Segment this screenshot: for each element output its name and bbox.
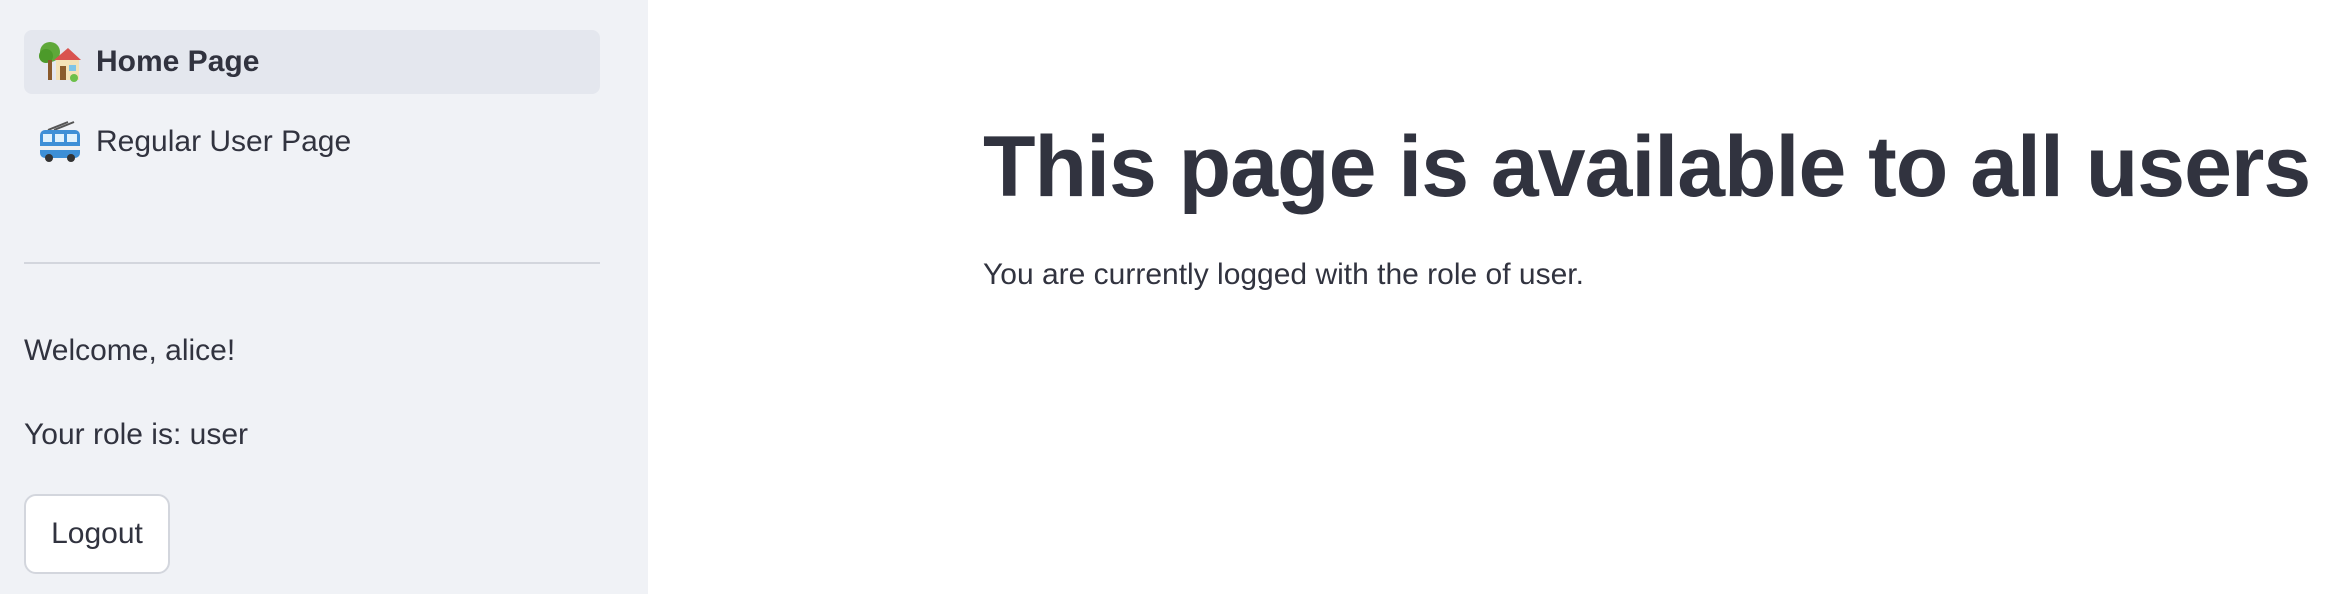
logout-button[interactable]: Logout bbox=[24, 494, 170, 574]
sidebar-divider bbox=[24, 262, 600, 264]
main-content: This page is available to all users You … bbox=[648, 0, 2336, 594]
page-title: This page is available to all users bbox=[983, 119, 2311, 215]
app-root: Home Page Regular User Page Welcome, ali… bbox=[0, 0, 2336, 594]
sidebar-item-home-page[interactable]: Home Page bbox=[24, 30, 600, 94]
house-with-garden-icon bbox=[38, 40, 82, 84]
page-body-text: You are currently logged with the role o… bbox=[983, 258, 1584, 291]
role-text: Your role is: user bbox=[24, 418, 249, 451]
sidebar-item-label: Home Page bbox=[96, 45, 260, 78]
welcome-text: Welcome, alice! bbox=[24, 334, 236, 367]
sidebar: Home Page Regular User Page Welcome, ali… bbox=[0, 0, 648, 594]
sidebar-nav: Home Page Regular User Page bbox=[24, 30, 600, 190]
sidebar-item-label: Regular User Page bbox=[96, 125, 352, 158]
sidebar-item-regular-user-page[interactable]: Regular User Page bbox=[24, 110, 600, 174]
trolleybus-icon bbox=[38, 120, 82, 164]
